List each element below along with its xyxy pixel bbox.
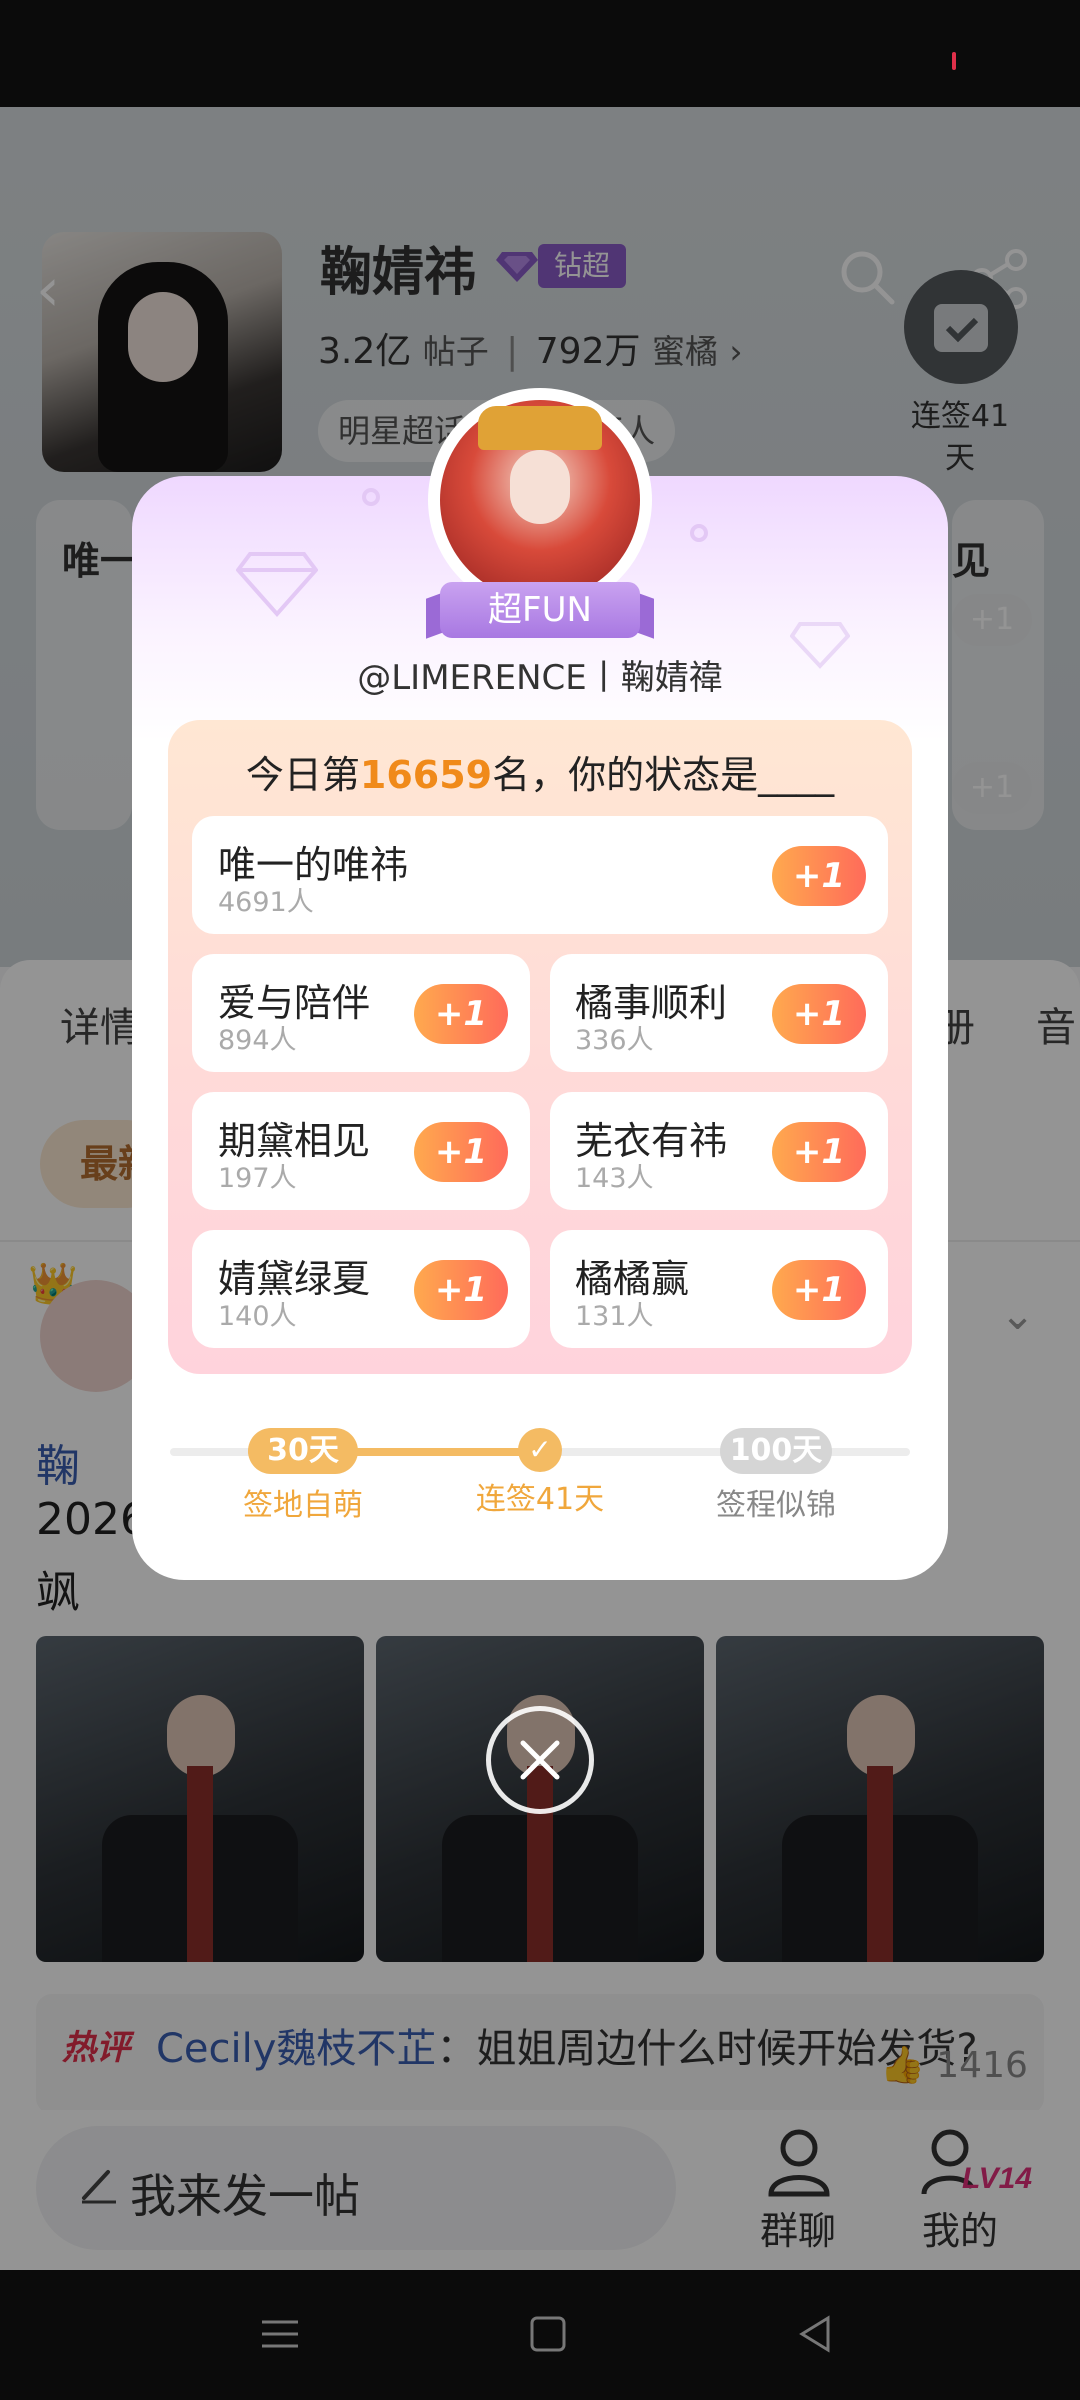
milestone-badge-30: 30天 (248, 1428, 358, 1474)
milestone-label-100: 签程似锦 (716, 1488, 836, 1523)
plus-one-button[interactable]: +1 (772, 1122, 866, 1182)
milestone-badge-100: 100天 (720, 1428, 832, 1474)
status-option-count: 197人 (218, 1163, 297, 1194)
plus-one-button[interactable]: +1 (772, 984, 866, 1044)
status-option-count: 131人 (575, 1301, 654, 1332)
check-icon: ✓ (518, 1428, 562, 1472)
back-icon[interactable] (792, 2310, 840, 2358)
rank-number: 16659 (359, 753, 493, 797)
user-handle: @LIMERENCE丨鞠婧禕 (357, 658, 723, 698)
status-indicator (952, 52, 956, 70)
title-prefix: 今日第 (245, 753, 360, 797)
avatar-headdress (478, 406, 602, 450)
plus-one-button[interactable]: +1 (772, 1260, 866, 1320)
status-option-count: 143人 (575, 1163, 654, 1194)
diamond-decoration-icon (236, 552, 318, 618)
avatar-face (510, 450, 570, 524)
milestone-label-30: 签地自萌 (243, 1488, 363, 1523)
title-suffix: 名，你的状态是____ (492, 753, 835, 797)
plus-one-button[interactable]: +1 (414, 1260, 508, 1320)
circle-decoration (362, 488, 380, 506)
status-question: 今日第16659名，你的状态是____ (168, 744, 912, 799)
current-streak-label: 连签41天 (475, 1482, 605, 1517)
plus-one-button[interactable]: +1 (414, 1122, 508, 1182)
status-option-count: 4691人 (218, 887, 314, 918)
home-icon[interactable] (524, 2310, 572, 2358)
status-option-count: 140人 (218, 1301, 297, 1332)
status-option-count: 894人 (218, 1025, 297, 1056)
plus-one-button[interactable]: +1 (414, 984, 508, 1044)
close-modal-button[interactable] (486, 1706, 594, 1814)
status-bar (0, 0, 1080, 107)
close-icon (520, 1740, 560, 1780)
circle-decoration (690, 524, 708, 542)
status-option-count: 336人 (575, 1025, 654, 1056)
super-fun-ribbon: 超FUN (440, 582, 640, 638)
menu-icon[interactable] (256, 2310, 304, 2358)
plus-one-button[interactable]: +1 (772, 846, 866, 906)
